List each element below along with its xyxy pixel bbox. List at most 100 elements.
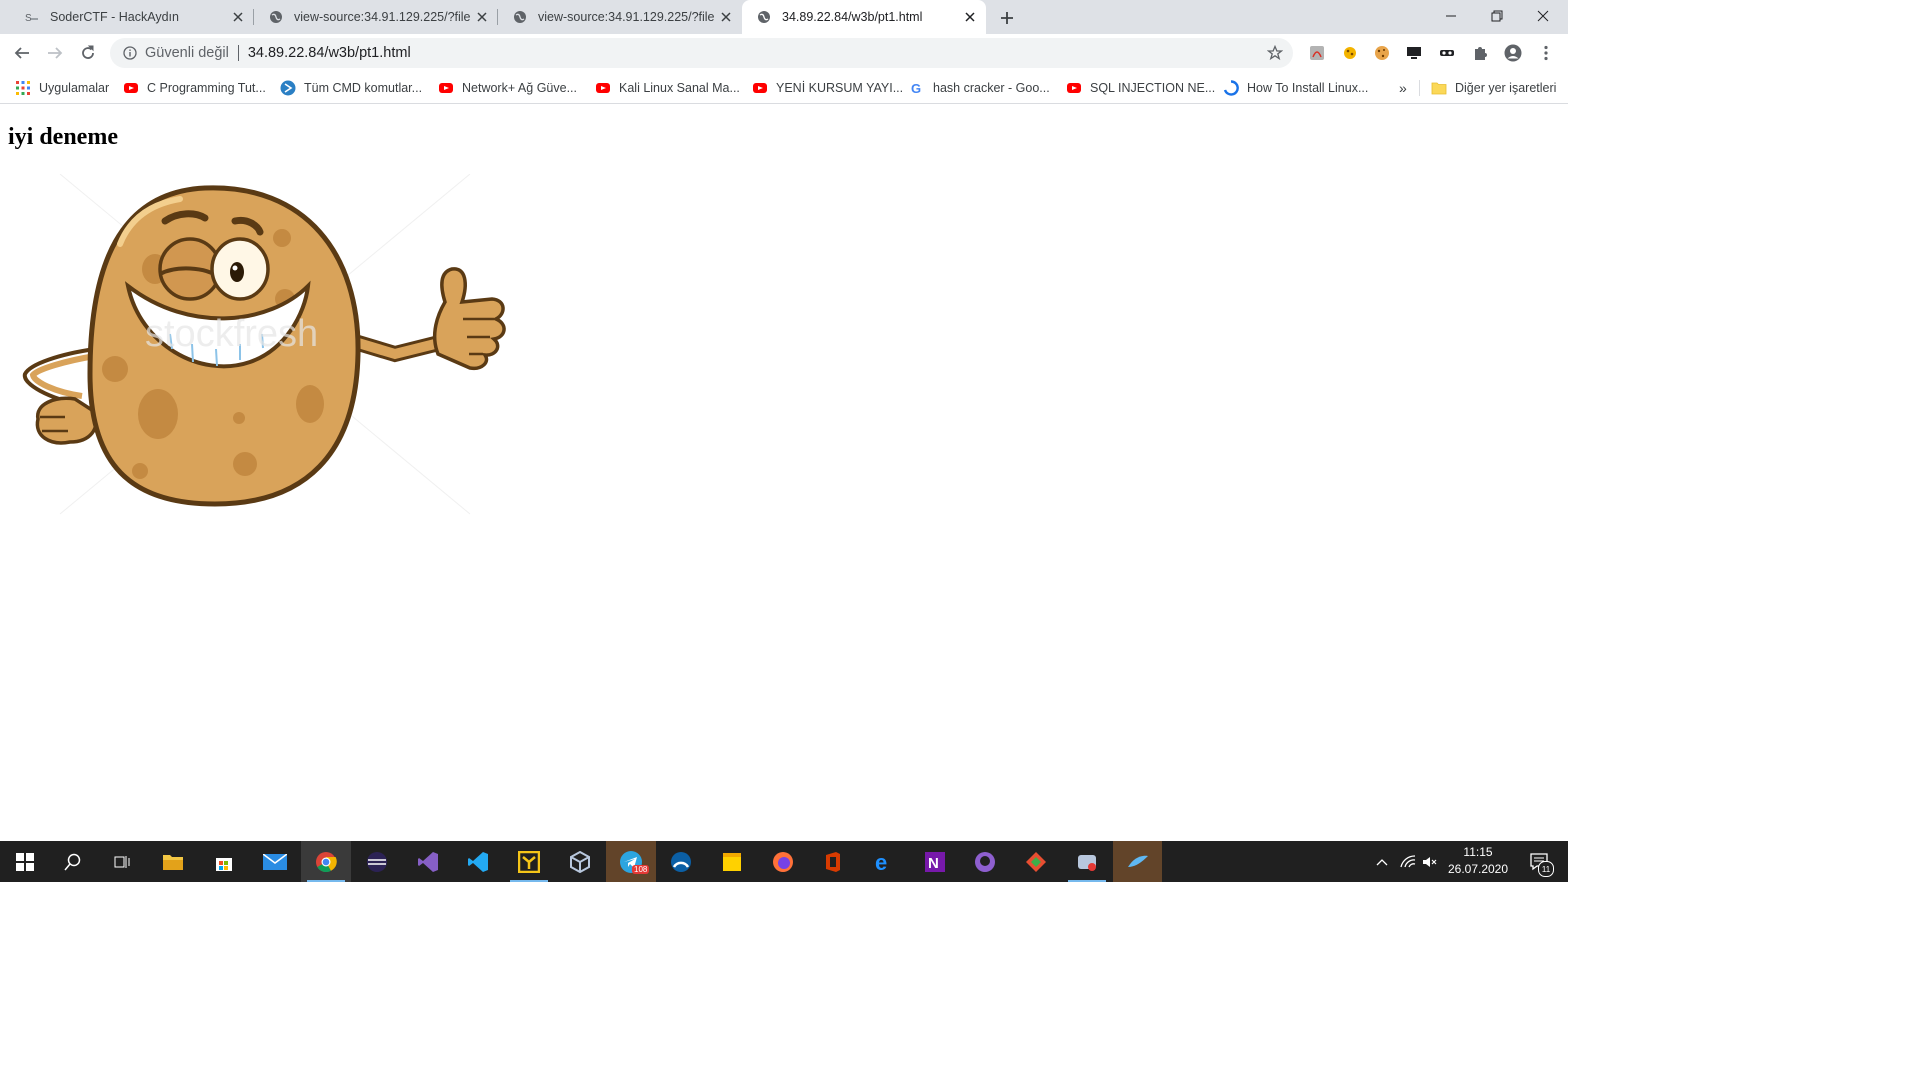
- system-clock[interactable]: 11:15 26.07.2020: [1440, 844, 1516, 878]
- bookmark-cmd[interactable]: Tüm CMD komutlar...: [280, 78, 422, 98]
- arc-app-icon: [671, 851, 691, 872]
- close-icon[interactable]: [718, 9, 734, 25]
- virtualbox-button[interactable]: [555, 841, 605, 882]
- profile-avatar-icon[interactable]: [1504, 44, 1522, 62]
- bookmark-label: Tüm CMD komutlar...: [304, 81, 423, 95]
- youtube-icon: [438, 80, 454, 96]
- restore-button[interactable]: [1474, 0, 1520, 32]
- bookmark-label: YENİ KURSUM YAYI...: [776, 81, 904, 95]
- office-button[interactable]: [808, 841, 858, 882]
- site-favicon-icon: S: [24, 9, 40, 25]
- apps-grid-icon: [15, 80, 31, 96]
- file-explorer-button[interactable]: [148, 841, 198, 882]
- mail-button[interactable]: [250, 841, 300, 882]
- bookmark-star-icon[interactable]: [1266, 44, 1284, 61]
- wifi-icon: [1400, 854, 1416, 867]
- svg-text:N: N: [928, 855, 939, 872]
- task-view-icon: [114, 855, 130, 868]
- browser-toolbar: Güvenli değil 34.89.22.84/w3b/pt1.html: [0, 34, 1568, 72]
- task-view-button[interactable]: [97, 841, 147, 882]
- bookmark-label: Network+ Ağ Güve...: [462, 81, 577, 95]
- sourcetree-button[interactable]: [1011, 841, 1061, 882]
- menu-kebab-icon[interactable]: [1537, 44, 1555, 62]
- folder-icon: [1431, 80, 1447, 96]
- close-icon[interactable]: [962, 9, 978, 25]
- tab-view-source-2[interactable]: view-source:34.91.129.225/?file=: [498, 0, 742, 34]
- bookmark-label: How To Install Linux...: [1247, 81, 1369, 95]
- close-window-button[interactable]: [1520, 0, 1566, 32]
- page-content: iyi deneme stockfresh: [0, 104, 1568, 841]
- onenote-icon: N: [925, 851, 945, 872]
- pdf-extension-icon[interactable]: [1308, 44, 1326, 62]
- back-button[interactable]: [10, 41, 34, 65]
- puzzle-extensions-icon[interactable]: [1471, 44, 1489, 62]
- bookmark-label: Kali Linux Sanal Ma...: [619, 81, 740, 95]
- bookmark-hash-cracker[interactable]: G hash cracker - Goo...: [909, 78, 1050, 98]
- close-icon[interactable]: [230, 9, 246, 25]
- notification-count-badge: 11: [1538, 861, 1554, 877]
- globe-icon: [268, 9, 284, 25]
- snipping-tool-button[interactable]: [1062, 841, 1112, 882]
- clock-date: 26.07.2020: [1447, 862, 1509, 876]
- spy-extension-icon[interactable]: [1438, 44, 1456, 62]
- bookmark-network[interactable]: Network+ Ağ Güve...: [438, 78, 577, 98]
- close-icon[interactable]: [474, 9, 490, 25]
- bookmark-c-programming[interactable]: C Programming Tut...: [123, 78, 266, 98]
- svg-text:e: e: [875, 851, 887, 873]
- edge-button[interactable]: e: [859, 841, 909, 882]
- snip-icon: [1078, 854, 1096, 871]
- store-icon: [216, 857, 232, 871]
- store-button[interactable]: [199, 841, 249, 882]
- tab-view-source-1[interactable]: view-source:34.91.129.225/?file=: [254, 0, 498, 34]
- url-text[interactable]: 34.89.22.84/w3b/pt1.html: [248, 45, 411, 61]
- telegram-button[interactable]: 108: [606, 841, 656, 882]
- site-icon: [1223, 80, 1239, 96]
- security-label[interactable]: Güvenli değil: [145, 45, 229, 61]
- bookmark-label: SQL INJECTION NE...: [1090, 81, 1216, 95]
- app-orange-button[interactable]: [1113, 841, 1162, 882]
- tab-sodercft[interactable]: S SoderCTF - HackAydın: [10, 0, 254, 34]
- new-tab-button[interactable]: [996, 7, 1018, 29]
- reload-button[interactable]: [76, 41, 100, 65]
- tab-strip: S SoderCTF - HackAydın view-source:34.91…: [0, 0, 1568, 34]
- youtube-icon: [595, 80, 611, 96]
- onenote-button[interactable]: N: [910, 841, 960, 882]
- show-hidden-icons-button[interactable]: [1372, 841, 1392, 882]
- github-button[interactable]: [960, 841, 1010, 882]
- start-button[interactable]: [0, 841, 50, 882]
- bookmarks-overflow-button[interactable]: »: [1399, 78, 1407, 98]
- forward-button[interactable]: [43, 41, 67, 65]
- firefox-button[interactable]: [758, 841, 808, 882]
- firefox-icon: [773, 851, 793, 872]
- bookmark-apps[interactable]: Uygulamalar: [15, 78, 109, 98]
- network-button[interactable]: [1398, 841, 1418, 882]
- info-icon[interactable]: [122, 45, 138, 61]
- eclipse-icon: [367, 851, 387, 872]
- page-heading: iyi deneme: [8, 124, 118, 150]
- bookmark-kali[interactable]: Kali Linux Sanal Ma...: [595, 78, 740, 98]
- action-center-button[interactable]: 11: [1524, 841, 1554, 882]
- address-bar[interactable]: Güvenli değil 34.89.22.84/w3b/pt1.html: [110, 38, 1293, 68]
- bookmark-install-linux[interactable]: How To Install Linux...: [1223, 78, 1368, 98]
- search-button[interactable]: [48, 841, 98, 882]
- bookmark-sql-injection[interactable]: SQL INJECTION NE...: [1066, 78, 1215, 98]
- app-yellow-button[interactable]: [504, 841, 554, 882]
- windows-logo-icon: [16, 852, 34, 871]
- visual-studio-button[interactable]: [403, 841, 453, 882]
- eclipse-button[interactable]: [352, 841, 402, 882]
- volume-button[interactable]: [1420, 841, 1440, 882]
- windows-taskbar: 108 e N 11:15 26.07.2020 11: [0, 841, 1568, 882]
- cookie-editor-icon[interactable]: [1373, 44, 1391, 62]
- tab-pt1-active[interactable]: 34.89.22.84/w3b/pt1.html: [742, 0, 986, 34]
- minimize-button[interactable]: [1428, 0, 1474, 32]
- bookmark-yeni-kurs[interactable]: YENİ KURSUM YAYI...: [752, 78, 903, 98]
- github-icon: [975, 851, 995, 872]
- sticky-notes-button[interactable]: [707, 841, 757, 882]
- cookie-extension-icon[interactable]: [1341, 44, 1359, 62]
- vscode-button[interactable]: [453, 841, 503, 882]
- other-bookmarks-folder[interactable]: Diğer yer işaretleri: [1431, 78, 1556, 98]
- forward-arrow-icon: [48, 47, 63, 59]
- app-blue-button[interactable]: [656, 841, 706, 882]
- monitor-extension-icon[interactable]: [1405, 44, 1423, 62]
- chrome-taskbar-button[interactable]: [301, 841, 351, 882]
